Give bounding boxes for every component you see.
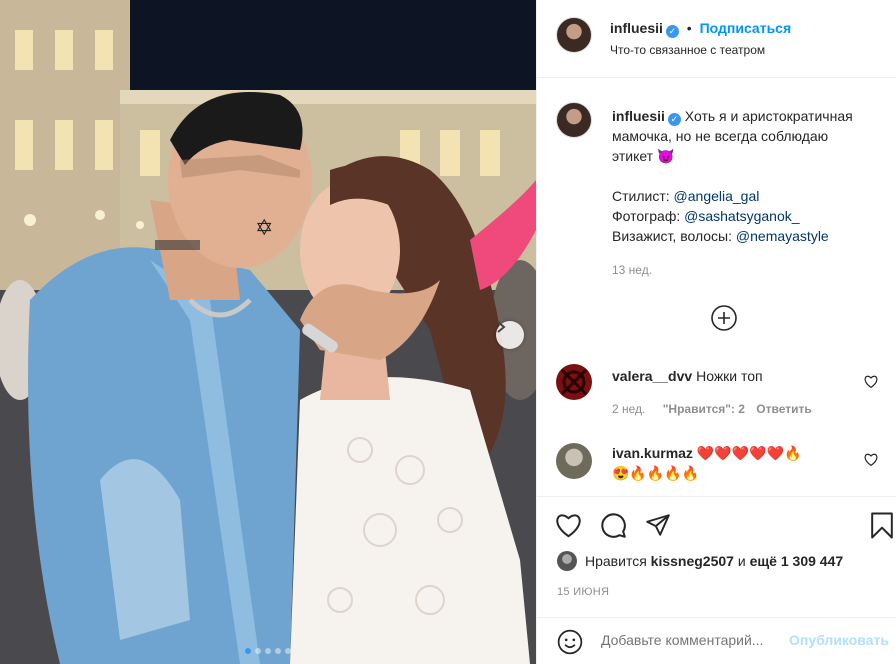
- carousel-dot: [265, 648, 271, 654]
- comment-text: Ножки топ: [696, 368, 763, 384]
- heart-icon: [864, 453, 878, 467]
- comment-form: Опубликовать: [537, 617, 896, 664]
- like-button[interactable]: [555, 513, 582, 541]
- likes-middle: и: [737, 553, 746, 569]
- svg-text:✡: ✡: [255, 216, 273, 241]
- header-separator: •: [686, 20, 692, 36]
- follow-button[interactable]: Подписаться: [700, 20, 792, 36]
- caption-username[interactable]: influesii: [612, 108, 665, 124]
- load-more-comments-button[interactable]: [711, 305, 737, 334]
- carousel-dot: [255, 648, 261, 654]
- comment-username[interactable]: valera__dvv: [612, 368, 692, 384]
- comment-username[interactable]: ivan.kurmaz: [612, 445, 693, 461]
- caption-line: этикет: [612, 148, 654, 164]
- comment: ivan.kurmaz ❤️❤️❤️❤️❤️🔥 😍🔥🔥🔥🔥: [612, 443, 801, 483]
- comment-text: ❤️❤️❤️❤️❤️🔥: [696, 445, 802, 461]
- smile-icon: [557, 629, 583, 655]
- liker-avatar[interactable]: [557, 551, 577, 571]
- share-button[interactable]: [645, 512, 671, 541]
- author-username[interactable]: influesii: [610, 20, 663, 36]
- add-circle-icon: [711, 305, 737, 331]
- likes-summary: Нравится kissneg2507 и ещё 1 309 447: [557, 551, 843, 571]
- verified-badge-icon: ✓: [665, 25, 679, 38]
- carousel-dot: [245, 648, 251, 654]
- comment-text: 😍🔥🔥🔥🔥: [612, 465, 700, 481]
- author-avatar[interactable]: [556, 17, 592, 53]
- carousel-dot: [275, 648, 281, 654]
- post-location[interactable]: Что-то связанное с театром: [610, 43, 765, 57]
- comment-like-button[interactable]: [864, 453, 878, 469]
- comment-likes-button[interactable]: "Нравится": 2: [663, 402, 745, 416]
- heart-icon: [864, 375, 878, 389]
- comment-icon: [601, 513, 626, 538]
- carousel-indicator: [0, 648, 536, 654]
- caption-line: мамочка, но не всегда соблюдаю: [612, 128, 829, 144]
- devil-emoji: 😈: [656, 148, 675, 164]
- photographer-mention-link[interactable]: @sashatsyganok_: [684, 208, 799, 224]
- chevron-right-icon: [497, 321, 506, 333]
- post-photo[interactable]: ✡: [0, 0, 536, 664]
- comment-like-button[interactable]: [864, 375, 878, 391]
- post-header: influesii ✓ • Подписаться Что-то связанно…: [537, 0, 896, 78]
- caption-avatar[interactable]: [556, 102, 592, 138]
- commenter-avatar[interactable]: [556, 443, 592, 479]
- stylist-mention-link[interactable]: @angelia_gal: [674, 188, 760, 204]
- photo-illustration: ✡: [0, 0, 536, 664]
- reply-button[interactable]: Ответить: [756, 402, 811, 416]
- makeup-mention-link[interactable]: @nemayastyle: [736, 228, 829, 244]
- carousel-dot: [285, 648, 291, 654]
- share-icon: [646, 514, 670, 536]
- bookmark-icon: [871, 512, 893, 539]
- caption-age: 13 нед.: [612, 263, 653, 277]
- heart-icon: [556, 514, 581, 538]
- comment: valera__dvv Ножки топ: [612, 366, 763, 386]
- verified-badge-icon: ✓: [667, 113, 681, 126]
- avatar-emblem-icon: [560, 368, 588, 396]
- commenter-avatar[interactable]: [556, 364, 592, 400]
- likes-prefix: Нравится: [585, 553, 647, 569]
- likes-count-button[interactable]: ещё 1 309 447: [750, 553, 844, 569]
- credit-label: Стилист:: [612, 188, 670, 204]
- comment-input[interactable]: [601, 632, 791, 648]
- emoji-button[interactable]: [557, 629, 583, 658]
- credit-label: Фотограф:: [612, 208, 681, 224]
- post-date[interactable]: 15 ИЮНЯ: [557, 586, 609, 598]
- comment-button[interactable]: [600, 512, 627, 542]
- post-sidebar: influesii ✓ • Подписаться Что-то связанно…: [536, 0, 896, 664]
- next-slide-button[interactable]: [496, 321, 524, 349]
- comment-meta: 2 нед. "Нравится": 2 Ответить: [612, 402, 812, 416]
- credit-label: Визажист, волосы:: [612, 228, 733, 244]
- publish-button[interactable]: Опубликовать: [789, 632, 889, 648]
- liker-username[interactable]: kissneg2507: [651, 553, 734, 569]
- save-button[interactable]: [870, 512, 894, 542]
- comment-age: 2 нед.: [612, 402, 646, 416]
- caption-line: Хоть я и аристократичная: [684, 108, 853, 124]
- post-actions: Нравится kissneg2507 и ещё 1 309 447 15 …: [537, 496, 896, 664]
- post-caption: influesii ✓ Хоть я и аристократичная мамо…: [612, 106, 882, 280]
